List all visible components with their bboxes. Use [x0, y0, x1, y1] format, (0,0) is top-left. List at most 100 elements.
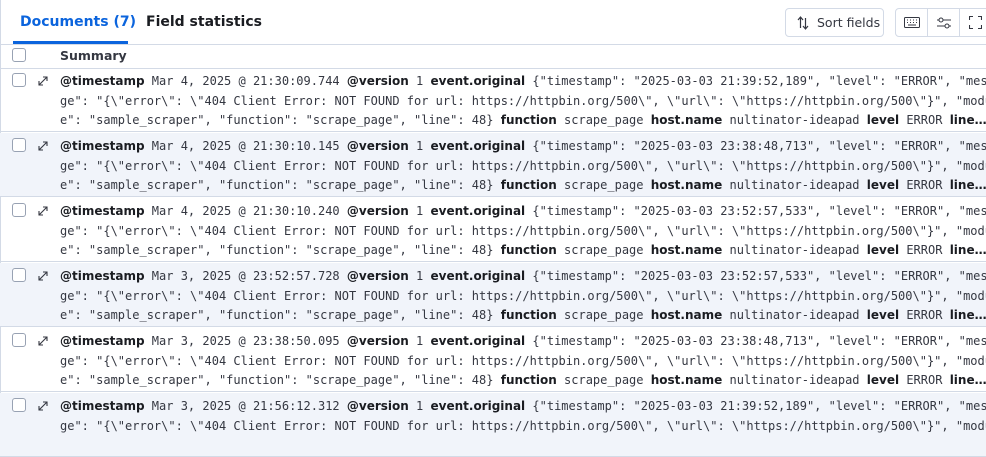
- field-name: @timestamp: [60, 269, 145, 283]
- function-value: scrape_page: [564, 373, 644, 387]
- display-settings-button[interactable]: [928, 9, 960, 36]
- field-name-truncated: line…: [949, 308, 986, 322]
- field-name: @version: [346, 269, 409, 283]
- field-name-truncated: line…: [949, 178, 986, 192]
- timestamp-value: Mar 3, 2025 @ 23:52:57.728: [151, 269, 340, 283]
- event-original-value: ge": "{\"error\": \"404 Client Error: NO…: [60, 159, 986, 173]
- level-value: ERROR: [906, 113, 943, 127]
- summary-line-3: e": "sample_scraper", "function": "scrap…: [60, 243, 986, 257]
- expand-document-icon[interactable]: [37, 205, 49, 217]
- row-select-checkbox[interactable]: [12, 398, 26, 412]
- version-value: 1: [416, 399, 424, 413]
- event-original-value: ge": "{\"error\": \"404 Client Error: NO…: [60, 224, 986, 238]
- field-name: @timestamp: [60, 399, 145, 413]
- host-name-value: nultinator-ideapad: [729, 308, 860, 322]
- field-name: level: [866, 243, 900, 257]
- tab-documents[interactable]: Documents (7): [20, 14, 136, 30]
- field-name: @version: [346, 139, 409, 153]
- field-name: @timestamp: [60, 139, 145, 153]
- event-original-value: e": "sample_scraper", "function": "scrap…: [60, 113, 494, 127]
- timestamp-value: Mar 3, 2025 @ 23:38:50.095: [151, 334, 340, 348]
- field-name: @timestamp: [60, 334, 145, 348]
- field-name-truncated: line…: [949, 113, 986, 127]
- function-value: scrape_page: [564, 113, 644, 127]
- table-row: @timestamp Mar 4, 2025 @ 21:30:10.145 @v…: [0, 133, 986, 197]
- field-name: event.original: [430, 269, 526, 283]
- field-name: @version: [346, 334, 409, 348]
- event-original-value: {"timestamp": "2025-03-03 21:39:52,189",…: [532, 399, 986, 413]
- version-value: 1: [416, 334, 424, 348]
- row-select-checkbox[interactable]: [12, 268, 26, 282]
- version-value: 1: [416, 269, 424, 283]
- host-name-value: nultinator-ideapad: [729, 243, 860, 257]
- event-original-value: {"timestamp": "2025-03-03 23:38:48,713",…: [532, 334, 986, 348]
- expand-document-icon[interactable]: [37, 140, 49, 152]
- keyboard-icon: [903, 17, 920, 28]
- event-original-value: e": "sample_scraper", "function": "scrap…: [60, 178, 494, 192]
- field-name: function: [500, 178, 557, 192]
- event-original-value: ge": "{\"error\": \"404 Client Error: NO…: [60, 419, 986, 433]
- field-name-truncated: line…: [949, 373, 986, 387]
- summary-line-3: e": "sample_scraper", "function": "scrap…: [60, 373, 986, 387]
- field-name: level: [866, 373, 900, 387]
- summary-line-3: e": "sample_scraper", "function": "scrap…: [60, 308, 986, 322]
- field-name: host.name: [650, 308, 723, 322]
- timestamp-value: Mar 3, 2025 @ 21:56:12.312: [151, 399, 340, 413]
- sort-fields-label: Sort fields: [817, 15, 881, 30]
- row-select-checkbox[interactable]: [12, 203, 26, 217]
- event-original-value: {"timestamp": "2025-03-03 23:52:57,533",…: [532, 269, 986, 283]
- field-name: event.original: [430, 204, 526, 218]
- event-original-value: e": "sample_scraper", "function": "scrap…: [60, 373, 494, 387]
- field-name: function: [500, 113, 557, 127]
- sliders-icon: [936, 17, 951, 28]
- select-all-checkbox[interactable]: [12, 48, 26, 62]
- table-row: @timestamp Mar 4, 2025 @ 21:30:09.744 @v…: [0, 68, 986, 132]
- field-name: function: [500, 308, 557, 322]
- table-row: @timestamp Mar 4, 2025 @ 21:30:10.240 @v…: [0, 198, 986, 262]
- keyboard-shortcuts-button[interactable]: [896, 9, 928, 36]
- expand-document-icon[interactable]: [37, 335, 49, 347]
- expand-document-icon[interactable]: [37, 270, 49, 282]
- table-row: @timestamp Mar 3, 2025 @ 21:56:12.312 @v…: [0, 393, 986, 457]
- host-name-value: nultinator-ideapad: [729, 178, 860, 192]
- summary-line-2: ge": "{\"error\": \"404 Client Error: NO…: [60, 224, 986, 238]
- sort-icon: [797, 15, 809, 30]
- host-name-value: nultinator-ideapad: [729, 373, 860, 387]
- table-row: @timestamp Mar 3, 2025 @ 23:38:50.095 @v…: [0, 328, 986, 392]
- row-select-checkbox[interactable]: [12, 138, 26, 152]
- host-name-value: nultinator-ideapad: [729, 113, 860, 127]
- field-name: @version: [346, 399, 409, 413]
- timestamp-value: Mar 4, 2025 @ 21:30:09.744: [151, 74, 340, 88]
- level-value: ERROR: [906, 178, 943, 192]
- sort-fields-button[interactable]: Sort fields: [785, 8, 884, 37]
- event-original-value: ge": "{\"error\": \"404 Client Error: NO…: [60, 354, 986, 368]
- row-select-checkbox[interactable]: [12, 333, 26, 347]
- summary-line-2: ge": "{\"error\": \"404 Client Error: NO…: [60, 94, 986, 108]
- summary-line-1: @timestamp Mar 3, 2025 @ 23:52:57.728 @v…: [60, 269, 986, 283]
- field-name: function: [500, 373, 557, 387]
- summary-line-1: @timestamp Mar 4, 2025 @ 21:30:09.744 @v…: [60, 74, 986, 88]
- field-name: host.name: [650, 243, 723, 257]
- summary-line-3: e": "sample_scraper", "function": "scrap…: [60, 178, 986, 192]
- function-value: scrape_page: [564, 243, 644, 257]
- level-value: ERROR: [906, 308, 943, 322]
- tab-field-statistics[interactable]: Field statistics: [146, 14, 262, 30]
- event-original-value: e": "sample_scraper", "function": "scrap…: [60, 243, 494, 257]
- fullscreen-button[interactable]: [960, 9, 986, 36]
- field-name: level: [866, 178, 900, 192]
- function-value: scrape_page: [564, 308, 644, 322]
- field-name: event.original: [430, 139, 526, 153]
- field-name: @timestamp: [60, 204, 145, 218]
- fullscreen-icon: [969, 16, 982, 29]
- summary-line-2: ge": "{\"error\": \"404 Client Error: NO…: [60, 289, 986, 303]
- expand-document-icon[interactable]: [37, 400, 49, 412]
- level-value: ERROR: [906, 373, 943, 387]
- field-name: host.name: [650, 113, 723, 127]
- summary-line-1: @timestamp Mar 4, 2025 @ 21:30:10.240 @v…: [60, 204, 986, 218]
- expand-document-icon[interactable]: [37, 75, 49, 87]
- level-value: ERROR: [906, 243, 943, 257]
- field-name: @version: [346, 204, 409, 218]
- row-select-checkbox[interactable]: [12, 73, 26, 87]
- event-original-value: {"timestamp": "2025-03-03 23:38:48,713",…: [532, 139, 986, 153]
- field-name: host.name: [650, 178, 723, 192]
